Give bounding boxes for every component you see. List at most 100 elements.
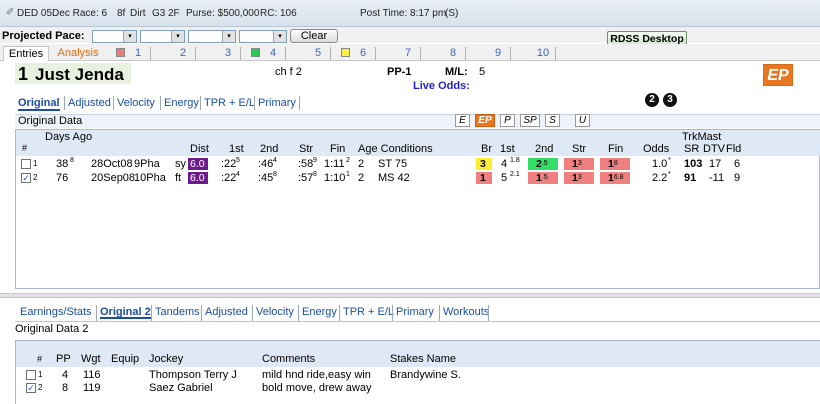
tab-horse-8[interactable]: 8 [441,46,465,61]
tab-tandems[interactable]: Tandems [155,306,200,319]
tab-earnings-stats[interactable]: Earnings/Stats [20,306,92,319]
circle-button-3[interactable]: 3 [663,93,677,107]
pace-dropdown-4[interactable]: ▾ [239,30,287,43]
mode-button-u[interactable]: U [575,114,590,127]
tab-analysis[interactable]: Analysis [55,46,101,61]
tab-divider [96,305,97,321]
odds-sup: * [668,171,671,178]
fraction-fin-sup: 2 [346,157,350,164]
call-1st: 4 [501,158,508,170]
pin-icon[interactable]: ✐ [6,7,14,18]
mode-button-ep[interactable]: EP [475,114,495,127]
pane-splitter[interactable] [0,293,820,298]
tab-horse-10[interactable]: 10 [531,46,555,61]
tab-divider [285,47,286,60]
tab-energy[interactable]: Energy [302,306,337,319]
tab-tpr-el[interactable]: TPR + E/L [204,96,255,111]
field-size: 6 [734,158,741,170]
horse-color-swatch [341,48,350,57]
tab-divider [64,96,65,110]
mode-button-p[interactable]: P [500,114,515,127]
fraction-str-sup: 8 [313,171,317,178]
program-number: 1 [18,64,29,84]
call-1st-sup: 1.8 [510,157,520,164]
tab-horse-2[interactable]: 2 [171,46,195,61]
tab-velocity[interactable]: Velocity [256,306,294,319]
call-c2-box: 1.5 [528,172,558,184]
fraction-fin: 1:11 [324,158,345,170]
fraction-second: :45 [258,172,274,184]
header-wgt: Wgt [81,353,101,365]
fraction-second: :46 [258,158,274,170]
tab-adjusted[interactable]: Adjusted [68,96,111,111]
jockey: Saez Gabriel [149,382,213,394]
call-1st-sup: 2.1 [510,171,520,178]
race-sex: 2F [168,8,180,19]
header-dist: Dist [190,143,209,155]
tab-divider [465,47,466,60]
pace-dropdown-1[interactable]: ▾ [92,30,137,43]
horse-color-swatch [251,48,260,57]
tab-entries[interactable]: Entries [3,46,49,61]
row-checkbox[interactable] [21,159,31,169]
circle-button-2[interactable]: 2 [645,93,659,107]
tab-adjusted[interactable]: Adjusted [205,306,248,319]
stakes-name: Brandywine S. [390,369,461,381]
tab-divider [195,47,196,60]
row-checkbox[interactable]: ✓ [21,173,31,183]
post-position: 4 [62,369,69,381]
break-position: 3 [476,158,492,170]
header-jockey: Jockey [149,353,184,365]
tab-original[interactable]: Original [18,96,60,111]
tab-horse-1[interactable]: 1 [126,46,150,61]
tab-workouts[interactable]: Workouts [443,306,489,319]
morning-line-label: M/L: [445,66,468,78]
tab-velocity[interactable]: Velocity [117,96,155,111]
tab-horse-5[interactable]: 5 [306,46,330,61]
odds-sup: * [668,157,671,164]
horse-color-swatch [116,48,125,57]
speed-rating: 91 [684,172,697,184]
days-ago: 76 [56,172,69,184]
tab-original-2[interactable]: Original 2 [100,306,151,319]
tab-primary[interactable]: Primary [396,306,434,319]
fraction-second-sup: 8 [273,171,277,178]
race-purse: Purse: $500,000 [186,8,260,19]
post-time: Post Time: 8:17 pm [360,8,447,19]
tab-energy[interactable]: Energy [164,96,199,111]
race-conditions: ST 75 [378,158,408,170]
race-grade: G3 [152,8,166,19]
tab-horse-7[interactable]: 7 [396,46,420,61]
row-checkbox[interactable]: ✓ [26,383,36,393]
break-position: 1 [476,172,492,184]
track-condition: ft [175,172,182,184]
call-1st: 5 [501,172,508,184]
tab-divider [330,47,331,60]
distance-badge: 6.0 [188,158,208,170]
tab-horse-3[interactable]: 3 [216,46,240,61]
tab-horse-9[interactable]: 9 [486,46,510,61]
mode-button-s[interactable]: S [545,114,560,127]
tab-divider [113,96,114,110]
row-checkbox[interactable] [26,370,36,380]
mode-button-sp[interactable]: SP [520,114,540,127]
pace-dropdown-2[interactable]: ▾ [140,30,185,43]
jockey: Thompson Terry J [149,369,237,381]
fraction-fin: 1:10 [324,172,346,184]
tab-horse-4[interactable]: 4 [261,46,285,61]
tab-horse-6[interactable]: 6 [351,46,375,61]
clear-button[interactable]: Clear [290,29,338,43]
tab-divider [375,47,376,60]
call-c2-box: 2.5 [528,158,558,170]
pace-dropdown-3[interactable]: ▾ [188,30,236,43]
tab-divider [240,47,241,60]
call-c3-sup: 3 [577,174,582,181]
tab-divider [150,47,151,60]
tab-tpr-e-l[interactable]: TPR + E/L [343,306,394,319]
comments: bold move, drew away [262,382,372,394]
original-data-title: Original Data [18,115,83,127]
mode-button-e[interactable]: E [455,114,470,127]
field-size: 9 [734,172,741,184]
tab-primary[interactable]: Primary [258,96,296,111]
weight: 119 [83,382,101,394]
